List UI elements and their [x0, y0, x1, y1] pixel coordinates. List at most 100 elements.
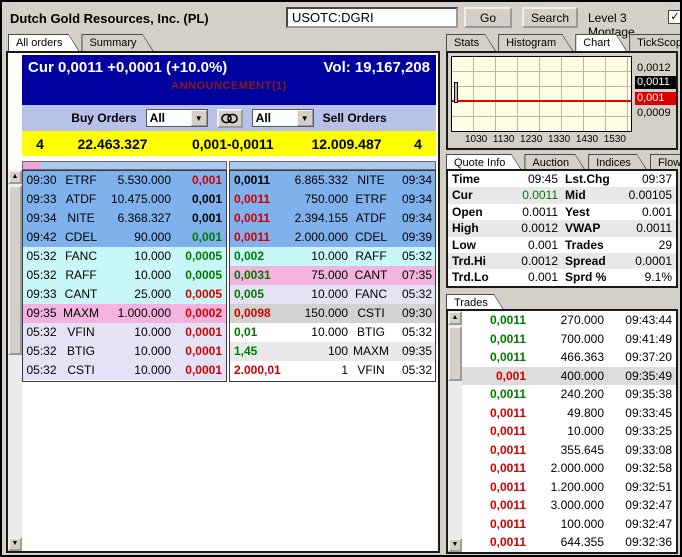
bid-row[interactable]: 09:33 ATDF 10.475.000 0,001: [23, 190, 226, 209]
order-size: 10.000: [134, 249, 171, 263]
market-maker: CSTI: [67, 363, 95, 377]
buy-total-size: 22.463.327: [77, 135, 148, 152]
trade-row: 0,0011 10.000 09:33:25: [462, 422, 676, 441]
trade-row: 0,0011 700.000 09:41:49: [462, 330, 676, 349]
trade-price: 0,0011: [489, 350, 526, 364]
trade-row: 0,0011 49.800 09:33:45: [462, 404, 676, 423]
quote-label: Cur: [452, 188, 473, 203]
bid-row[interactable]: 09:35 MAXM 1.000.000 0,0002: [23, 304, 226, 323]
scroll-thumb[interactable]: [448, 326, 462, 381]
tab[interactable]: Chart: [575, 34, 627, 51]
level3-montage-checkbox[interactable]: [668, 10, 680, 24]
order-time: 09:35: [401, 344, 432, 358]
quote-value: 0.0012: [521, 221, 558, 236]
quote-label: High: [452, 221, 479, 236]
last-price-line: [452, 100, 631, 102]
bid-row[interactable]: 09:30 ETRF 5.530.000 0,001: [23, 171, 226, 190]
scroll-up-button[interactable]: ▲: [8, 170, 22, 184]
bid-price: 0,0001: [185, 344, 222, 358]
quote-label: Trades: [565, 237, 604, 252]
tab[interactable]: All orders: [8, 34, 79, 51]
market-maker: ATDF: [65, 192, 97, 206]
tab-label: Histogram: [499, 35, 572, 51]
scroll-thumb[interactable]: [8, 185, 22, 355]
order-size: 1.000.000: [117, 306, 171, 320]
bid-row[interactable]: 05:32 BTIG 10.000 0,0001: [23, 342, 226, 361]
trade-time: 09:35:38: [625, 387, 672, 401]
chart-plot-area[interactable]: [451, 56, 632, 132]
quote-label: Trd.Hi: [452, 253, 487, 268]
bid-row[interactable]: 09:42 CDEL 90.000 0,001: [23, 228, 226, 247]
ask-price: 1,45: [234, 344, 258, 358]
order-size: 5.530.000: [117, 173, 171, 187]
sell-orders-filter[interactable]: All ▼: [251, 109, 314, 127]
chain-link-icon: [221, 113, 238, 123]
order-book-scrollbar[interactable]: ▲ ▼: [8, 170, 22, 551]
order-size: 750.000: [304, 192, 348, 206]
buy-orders-filter[interactable]: All ▼: [145, 109, 208, 127]
order-size: 10.000: [134, 344, 171, 358]
x-axis-label: 1030: [465, 134, 488, 145]
order-time: 09:39: [401, 230, 432, 244]
scroll-up-button[interactable]: ▲: [448, 311, 462, 325]
y-axis-label: 0,001: [635, 92, 676, 105]
bid-row[interactable]: 09:34 NITE 6.368.327 0,001: [23, 209, 226, 228]
ask-row[interactable]: 2.000,01 1 VFIN 05:32: [230, 361, 435, 380]
trade-time: 09:32:51: [625, 479, 672, 494]
quote-value: 09:37: [641, 172, 672, 186]
order-size: 10.000: [311, 249, 348, 263]
ask-row[interactable]: 0,002 10.000 RAFF 05:32: [230, 247, 435, 266]
scroll-down-button[interactable]: ▼: [8, 537, 22, 551]
ask-row[interactable]: 0,0011 6.865.332 NITE 09:34: [230, 171, 435, 190]
bid-row[interactable]: 05:32 RAFF 10.000 0,0005: [23, 266, 226, 285]
chevron-down-icon[interactable]: ▼: [190, 110, 207, 126]
order-size: 10.475.000: [110, 192, 171, 206]
chart-y-axis: 0,0012 0,0011 0,001 0,0009: [635, 56, 676, 132]
tab[interactable]: Summary: [81, 34, 153, 51]
quote-value: 0.001: [641, 204, 672, 219]
quote-label: Time: [452, 172, 480, 186]
ask-row[interactable]: 0,01 10.000 BTIG 05:32: [230, 323, 435, 342]
ask-row[interactable]: 0,0098 150.000 CSTI 09:30: [230, 304, 435, 323]
ask-row[interactable]: 1,45 100 MAXM 09:35: [230, 342, 435, 361]
bid-row[interactable]: 09:33 CANT 25.000 0,0005: [23, 285, 226, 304]
market-maker: NITE: [67, 211, 95, 225]
quote-value: 0.0011: [522, 188, 558, 203]
tab[interactable]: Histogram: [498, 34, 573, 51]
scroll-down-button[interactable]: ▼: [448, 538, 462, 552]
bid-row[interactable]: 05:32 VFIN 10.000 0,0001: [23, 323, 226, 342]
order-time: 05:32: [26, 249, 57, 263]
bid-price: 0,0002: [185, 306, 222, 320]
go-button[interactable]: Go: [464, 7, 512, 28]
order-time: 09:42: [26, 230, 57, 244]
trade-row: 0,0011 1.200.000 09:32:51: [462, 478, 676, 497]
trade-row: 0,0011 644.355 09:32:36: [462, 533, 676, 552]
bid-row[interactable]: 05:32 CSTI 10.000 0,0001: [23, 361, 226, 380]
trades-scrollbar[interactable]: ▲ ▼: [448, 311, 462, 552]
market-maker: VFIN: [357, 363, 385, 377]
symbol-input[interactable]: [286, 7, 458, 28]
ask-row[interactable]: 0,005 10.000 FANC 05:32: [230, 285, 435, 304]
ask-row[interactable]: 0,0011 2.394.155 ATDF 09:34: [230, 209, 435, 228]
ask-price: 0,0031: [234, 268, 271, 282]
x-axis-label: 1530: [603, 134, 626, 145]
order-size: 2.394.155: [294, 211, 348, 225]
quote-value: 0.0012: [521, 253, 558, 268]
order-book-panel: Cur 0,0011 +0,0001 (+10.0%) Vol: 19,167,…: [6, 51, 440, 553]
tab[interactable]: Stats: [446, 34, 496, 51]
announcement-banner[interactable]: ANNOUNCEMENT(1): [22, 80, 436, 92]
trade-time: 09:32:58: [625, 461, 672, 475]
tab[interactable]: TickScope: [629, 34, 682, 51]
trade-time: 09:33:45: [625, 405, 672, 420]
tab-label: All orders: [9, 35, 78, 51]
trade-price: 0,0011: [489, 313, 526, 327]
ask-row[interactable]: 0,0011 2.000.000 CDEL 09:39: [230, 228, 435, 247]
market-maker: VFIN: [67, 325, 95, 339]
link-filters-button[interactable]: [216, 108, 243, 128]
ask-row[interactable]: 0,0011 750.000 ETRF 09:34: [230, 190, 435, 209]
ask-row[interactable]: 0,0031 75.000 CANT 07:35: [230, 266, 435, 285]
market-maker: CDEL: [354, 230, 387, 244]
chevron-down-icon[interactable]: ▼: [296, 110, 313, 126]
bid-row[interactable]: 05:32 FANC 10.000 0,0005: [23, 247, 226, 266]
search-button[interactable]: Search: [522, 7, 578, 28]
